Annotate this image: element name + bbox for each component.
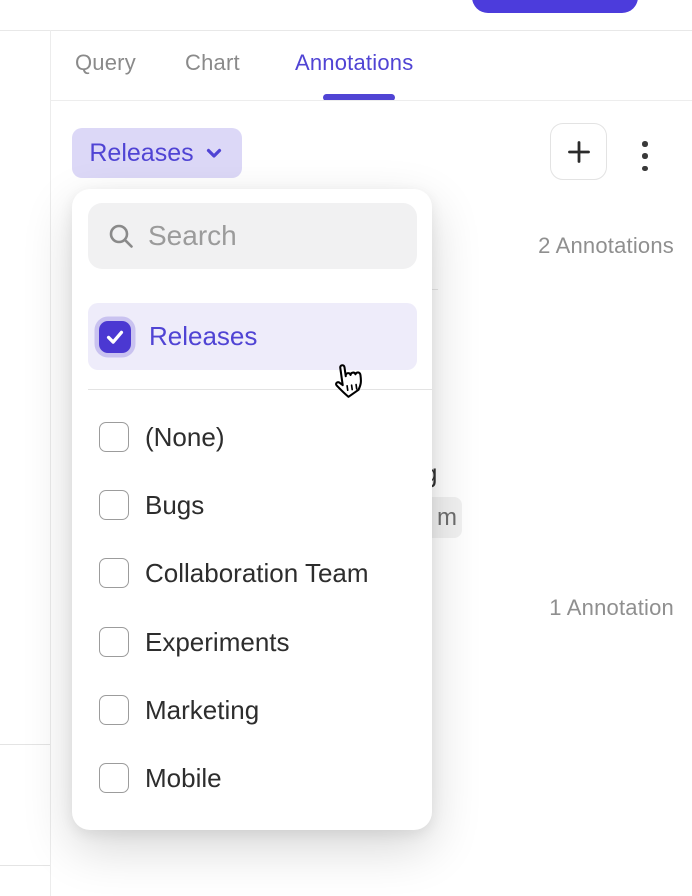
sidebar-row-divider <box>0 865 50 866</box>
dropdown-search <box>88 203 417 269</box>
kebab-dot <box>642 153 648 159</box>
option-collaboration-team[interactable]: Collaboration Team <box>99 558 369 588</box>
search-input[interactable] <box>88 203 417 269</box>
checkbox-unchecked[interactable] <box>99 627 129 657</box>
checkbox-unchecked[interactable] <box>99 558 129 588</box>
clipped-tag-chip: m <box>430 497 462 538</box>
checkbox-unchecked[interactable] <box>99 490 129 520</box>
dropdown-divider <box>88 389 432 390</box>
annotation-count: 2 Annotations <box>538 233 674 259</box>
checkbox-unchecked[interactable] <box>99 695 129 725</box>
plus-icon <box>564 137 594 167</box>
tab-annotations[interactable]: Annotations <box>295 51 413 75</box>
annotation-filter-dropdown: Releases (None) Bugs Collaboration Team … <box>72 189 432 830</box>
checkbox-unchecked[interactable] <box>99 422 129 452</box>
clipped-tag-chip-text: m <box>437 504 457 532</box>
filter-button-label: Releases <box>89 139 193 168</box>
tabbar-divider <box>50 100 692 101</box>
option-label: Releases <box>149 321 257 352</box>
kebab-dot <box>642 166 648 172</box>
option-none[interactable]: (None) <box>99 422 224 452</box>
primary-action-button-clipped[interactable] <box>472 0 638 13</box>
tab-chart[interactable]: Chart <box>185 51 240 75</box>
option-label: (None) <box>145 422 224 452</box>
option-label: Collaboration Team <box>145 558 369 588</box>
chevron-down-icon <box>203 142 225 164</box>
annotation-count: 1 Annotation <box>549 595 674 621</box>
annotation-type-filter-button[interactable]: Releases <box>72 128 242 178</box>
tab-query[interactable]: Query <box>75 51 136 75</box>
checkbox-unchecked[interactable] <box>99 763 129 793</box>
option-experiments[interactable]: Experiments <box>99 627 290 657</box>
option-label: Experiments <box>145 627 290 657</box>
option-bugs[interactable]: Bugs <box>99 490 204 520</box>
sidebar-divider-vertical <box>50 30 51 896</box>
checkbox-checked-icon[interactable] <box>99 321 131 353</box>
sidebar-row-divider <box>0 744 50 745</box>
more-options-button[interactable] <box>641 141 649 171</box>
topbar-divider <box>0 30 692 31</box>
option-label: Marketing <box>145 695 259 725</box>
option-releases-selected[interactable]: Releases <box>88 303 417 370</box>
option-marketing[interactable]: Marketing <box>99 695 259 725</box>
option-label: Bugs <box>145 490 204 520</box>
kebab-dot <box>642 141 648 147</box>
screen: Query Chart Annotations 2 Annotations 1 … <box>0 0 692 896</box>
option-label: Mobile <box>145 763 222 793</box>
option-mobile[interactable]: Mobile <box>99 763 222 793</box>
add-annotation-button[interactable] <box>550 123 607 180</box>
